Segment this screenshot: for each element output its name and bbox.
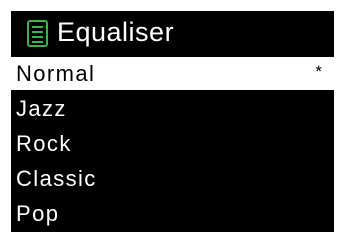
menu-item-label: Rock xyxy=(16,131,72,156)
menu-item-classic[interactable]: Classic xyxy=(11,162,334,197)
current-selection-marker: * xyxy=(315,62,322,81)
list-menu-icon xyxy=(27,20,48,47)
menu-item-label: Classic xyxy=(16,166,97,191)
menu-item-rock[interactable]: Rock xyxy=(11,127,334,162)
equaliser-menu: Normal * Jazz Rock Classic Pop xyxy=(11,57,334,232)
menu-item-label: Jazz xyxy=(16,96,67,121)
menu-item-pop[interactable]: Pop xyxy=(11,197,334,232)
menu-item-label: Normal xyxy=(16,61,96,86)
radio-display: Equaliser Normal * Jazz Rock Classic Pop xyxy=(11,11,334,232)
page-title: Equaliser xyxy=(57,17,175,47)
menu-item-jazz[interactable]: Jazz xyxy=(11,92,334,127)
title-bar: Equaliser xyxy=(11,11,334,57)
menu-item-normal[interactable]: Normal * xyxy=(11,57,334,90)
menu-item-label: Pop xyxy=(16,201,60,226)
